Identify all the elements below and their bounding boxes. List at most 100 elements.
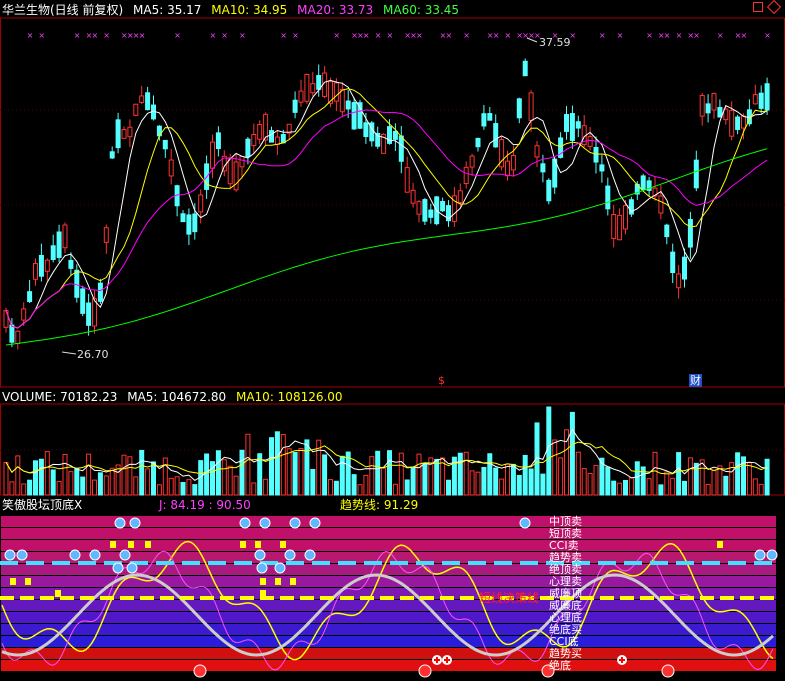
volume-bar bbox=[457, 452, 463, 496]
candle bbox=[363, 122, 369, 138]
event-marker-cai[interactable]: 财 bbox=[689, 374, 702, 387]
candle bbox=[269, 130, 274, 143]
volume-bar bbox=[723, 475, 729, 496]
indicator-band bbox=[1, 660, 776, 671]
volume-bar bbox=[221, 459, 227, 496]
magenta-x-marker: × bbox=[239, 31, 246, 40]
ma10-legend: MA10: 34.95 bbox=[211, 3, 288, 17]
volume-bar bbox=[62, 453, 68, 496]
volume-bar bbox=[575, 451, 581, 496]
volume-bar bbox=[27, 479, 33, 496]
volume-bar bbox=[298, 448, 304, 496]
candle bbox=[15, 330, 21, 345]
volume-bar bbox=[652, 451, 658, 496]
magenta-x-marker: × bbox=[646, 31, 653, 40]
volume-bar bbox=[9, 481, 15, 496]
candle bbox=[310, 83, 316, 94]
blue-ball-icon bbox=[89, 549, 101, 561]
magenta-x-marker: × bbox=[446, 31, 453, 40]
candle bbox=[422, 199, 428, 222]
volume-bar bbox=[292, 451, 298, 496]
volume-bar bbox=[758, 483, 764, 496]
candle bbox=[505, 160, 510, 177]
volume-bar bbox=[304, 439, 310, 496]
candle bbox=[109, 151, 115, 159]
candle bbox=[522, 60, 528, 77]
candle bbox=[699, 94, 705, 117]
volume-bar bbox=[469, 470, 475, 496]
volume-bar bbox=[404, 479, 410, 496]
candle bbox=[145, 92, 151, 111]
candle bbox=[192, 213, 198, 233]
candle bbox=[410, 189, 416, 204]
volume-bar bbox=[333, 480, 339, 496]
candle bbox=[9, 324, 15, 343]
candle bbox=[705, 103, 711, 114]
volume-bar bbox=[634, 461, 640, 496]
magenta-x-marker: × bbox=[38, 31, 45, 40]
volume-bar bbox=[50, 469, 56, 496]
candle bbox=[575, 121, 581, 129]
candle bbox=[404, 167, 410, 193]
volume-bar bbox=[410, 466, 416, 496]
candle bbox=[97, 282, 103, 302]
candle bbox=[611, 213, 617, 239]
candle bbox=[121, 129, 127, 139]
volume-bar bbox=[168, 477, 174, 496]
panel-layout-icon[interactable] bbox=[753, 2, 763, 12]
indicator-band bbox=[1, 636, 776, 647]
volume-bar bbox=[446, 479, 451, 496]
candle bbox=[605, 185, 611, 210]
volume-bar bbox=[392, 483, 398, 496]
candle bbox=[670, 251, 676, 274]
candle bbox=[227, 157, 233, 185]
volume-bar bbox=[156, 484, 162, 496]
indicator-name: 笑傲股坛顶底X bbox=[2, 498, 83, 512]
magenta-x-marker: × bbox=[493, 31, 500, 40]
candle bbox=[274, 136, 280, 145]
event-marker-s[interactable]: $ bbox=[437, 374, 446, 387]
volume-bar bbox=[617, 482, 623, 496]
volume-bar bbox=[658, 484, 664, 496]
candle bbox=[493, 123, 499, 148]
blue-ball-icon bbox=[274, 562, 286, 574]
blue-ball-icon bbox=[766, 549, 778, 561]
magenta-x-marker: × bbox=[741, 31, 748, 40]
volume-bar bbox=[676, 452, 682, 496]
magenta-x-marker: × bbox=[27, 31, 34, 40]
candle bbox=[528, 92, 534, 121]
candle bbox=[345, 100, 351, 110]
volume-bar bbox=[80, 476, 86, 496]
indicator-band bbox=[1, 612, 776, 623]
volume-bar bbox=[86, 453, 92, 496]
candle bbox=[693, 159, 699, 189]
volume-bar bbox=[328, 479, 333, 496]
candle bbox=[392, 130, 398, 140]
ma60-legend: MA60: 33.45 bbox=[383, 3, 460, 17]
volume-bar bbox=[21, 483, 27, 496]
volume-bar bbox=[510, 463, 516, 496]
candle bbox=[33, 263, 38, 280]
volume-bar bbox=[369, 456, 375, 496]
candle bbox=[487, 113, 493, 121]
volume-bar bbox=[145, 468, 151, 496]
volume-bar bbox=[38, 458, 44, 496]
volume-bar bbox=[546, 406, 552, 496]
candle bbox=[752, 94, 758, 105]
candle bbox=[481, 113, 487, 127]
volume-bar bbox=[628, 477, 634, 496]
volume-bar bbox=[97, 472, 103, 496]
volume-bar bbox=[357, 484, 363, 496]
volume-bar bbox=[233, 475, 239, 496]
candle bbox=[86, 302, 92, 326]
volume-ma5-legend: MA5: 104672.80 bbox=[127, 390, 227, 404]
low-pointer bbox=[61, 351, 77, 355]
stock-chart[interactable]: × × × × × × × × × × × × × × × × × × × × × × × × × × × × × × × × × × × × × × × ×… bbox=[0, 0, 785, 681]
candle bbox=[74, 269, 80, 298]
volume-bar bbox=[493, 467, 499, 496]
volume-bar bbox=[646, 478, 652, 496]
candle bbox=[127, 126, 133, 138]
signal-square bbox=[110, 541, 116, 548]
candle bbox=[56, 231, 62, 258]
candle bbox=[599, 164, 605, 172]
